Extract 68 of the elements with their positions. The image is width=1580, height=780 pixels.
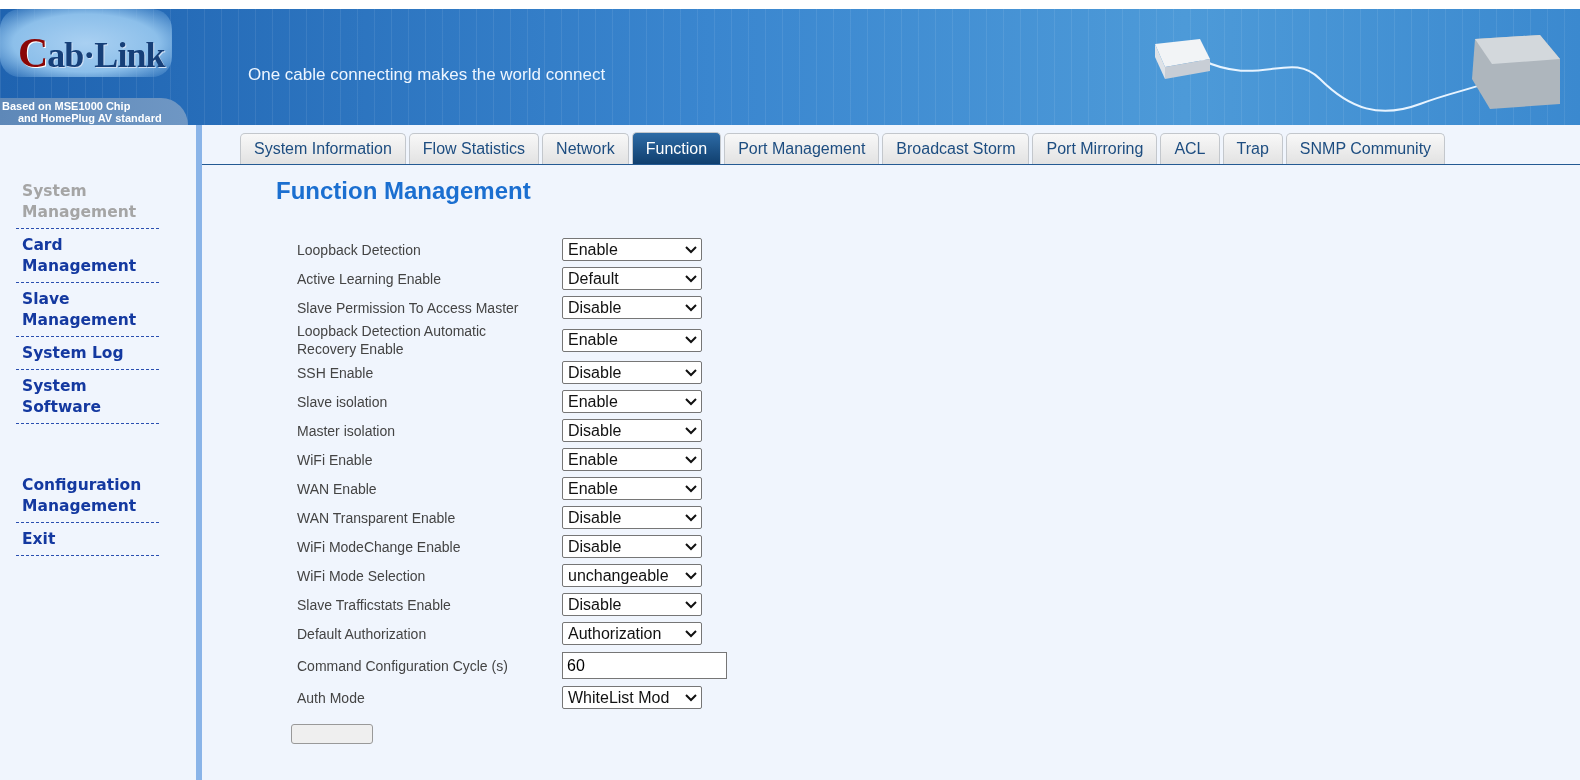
select-field[interactable]: Authorization: [562, 622, 702, 645]
chevron-icon: [685, 571, 697, 580]
field-label: Slave Permission To Access Master: [297, 298, 520, 317]
field-label: Loopback Detection: [297, 240, 422, 259]
field-label: Active Learning Enable: [297, 269, 442, 288]
field-label: Master isolation: [297, 421, 397, 440]
tab[interactable]: Flow Statistics: [408, 133, 540, 164]
select-field[interactable]: WhiteList Mod: [562, 686, 702, 709]
button[interactable]: [291, 724, 373, 744]
logo: Cab·Link: [0, 9, 173, 77]
chevron-icon: [685, 542, 697, 551]
tab[interactable]: Trap: [1222, 133, 1283, 164]
select-field[interactable]: Default: [562, 267, 702, 290]
select-field[interactable]: Enable: [562, 448, 702, 471]
sidebar-item[interactable]: Card Management: [16, 229, 159, 283]
chevron-icon: [685, 600, 697, 609]
select-field[interactable]: unchangeable: [562, 564, 702, 587]
chevron-icon: [685, 426, 697, 435]
field-label: Default Authorization: [297, 624, 428, 643]
slogan: One cable connecting makes the world connect: [248, 65, 606, 85]
chevron-icon: [685, 484, 697, 493]
select-field[interactable]: Enable: [562, 238, 702, 261]
field-label: SSH Enable: [297, 363, 375, 382]
select-field[interactable]: Disable: [562, 593, 702, 616]
chevron-icon: [685, 693, 697, 702]
tab[interactable]: Broadcast Storm: [882, 133, 1030, 164]
select-field[interactable]: Disable: [562, 419, 702, 442]
field-label: WAN Transparent Enable: [297, 508, 457, 527]
select-field[interactable]: Enable: [562, 390, 702, 413]
chevron-icon: [685, 245, 697, 254]
tab[interactable]: Port Mirroring: [1032, 133, 1158, 164]
select-field[interactable]: Enable: [562, 328, 702, 352]
sidebar-item[interactable]: System Log: [16, 337, 159, 370]
sidebar-item[interactable]: Configuration Management: [16, 469, 159, 523]
field-label: WAN Enable: [297, 479, 378, 498]
chevron-icon: [685, 513, 697, 522]
tab[interactable]: SNMP Community: [1285, 133, 1446, 164]
field-label: Auth Mode: [297, 688, 366, 707]
sidebar-item[interactable]: Slave Management: [16, 283, 159, 337]
chevron-icon: [685, 397, 697, 406]
input-field[interactable]: 60: [562, 652, 727, 679]
chevron-icon: [685, 368, 697, 377]
tab[interactable]: Network: [542, 133, 629, 164]
tab[interactable]: Function: [631, 132, 722, 164]
field-label: WiFi ModeChange Enable: [297, 537, 462, 556]
select-field[interactable]: Disable: [562, 361, 702, 384]
field-label: Slave Trafficstats Enable: [297, 595, 452, 614]
chevron-icon: [685, 274, 697, 283]
chevron-icon: [685, 336, 697, 344]
sidebar-item[interactable]: System Software: [16, 370, 159, 424]
chevron-icon: [685, 303, 697, 312]
field-label: Loopback Detection Automatic Recovery Enable: [297, 322, 488, 358]
field-label: Slave isolation: [297, 392, 389, 411]
field-label: Command Configuration Cycle (s): [297, 656, 509, 675]
select-field[interactable]: Disable: [562, 535, 702, 558]
field-label: WiFi Enable: [297, 450, 374, 469]
chevron-icon: [685, 455, 697, 464]
tab[interactable]: ACL: [1160, 133, 1220, 164]
sidebar-item[interactable]: Exit: [16, 523, 159, 556]
field-label: WiFi Mode Selection: [297, 566, 427, 585]
select-field[interactable]: Disable: [562, 506, 702, 529]
tab[interactable]: Port Management: [724, 133, 880, 164]
select-field[interactable]: Enable: [562, 477, 702, 500]
chip-note: Based on MSE1000 Chip and HomePlug AV standard: [0, 98, 188, 125]
select-field[interactable]: Disable: [562, 296, 702, 319]
page-title: Function Management: [276, 177, 532, 205]
chevron-icon: [685, 629, 697, 638]
tab[interactable]: System Information: [240, 133, 406, 164]
